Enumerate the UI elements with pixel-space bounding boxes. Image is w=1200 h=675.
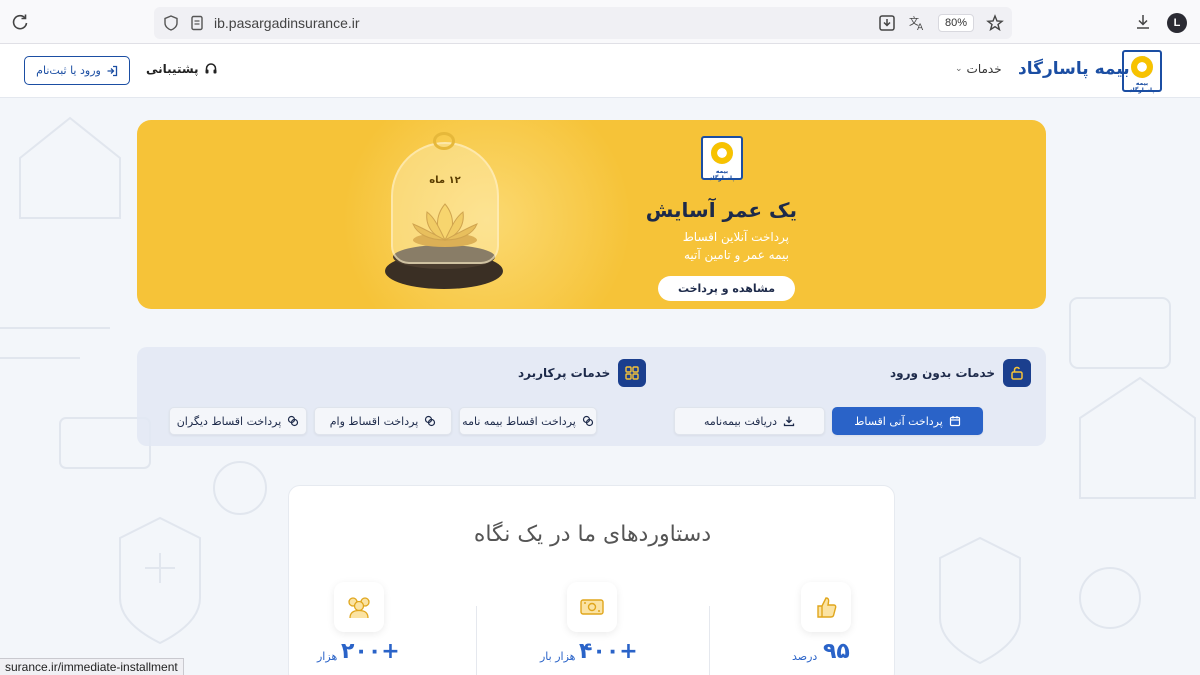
money-icon	[567, 582, 617, 632]
popular-services-heading: خدمات پرکاربرد	[518, 359, 647, 387]
achievements-title: دستاوردهای ما در یک نگاه	[473, 522, 712, 547]
policy-installments-button[interactable]: پرداخت اقساط بیمه نامه	[459, 407, 597, 435]
get-policy-button[interactable]: دریافت بیمه‌نامه	[674, 407, 825, 435]
banner-logo: بیمه پاسارگاد	[701, 136, 743, 182]
shield-icon[interactable]	[163, 15, 179, 31]
zoom-level[interactable]: 80%	[937, 14, 974, 32]
translate-icon[interactable]: 文A	[908, 14, 926, 32]
people-icon	[334, 582, 384, 632]
downloads-icon[interactable]	[1134, 13, 1152, 31]
page-info-icon[interactable]	[189, 15, 205, 31]
instant-installment-label: پرداخت آنی اقساط	[854, 414, 943, 428]
status-link-preview: surance.ir/immediate-installment	[0, 658, 184, 675]
brand-name[interactable]: بیمه پاسارگاد	[1018, 59, 1130, 79]
stat-number: ۹۵	[823, 639, 850, 664]
jar-label: ۱۲ ماه	[429, 175, 461, 186]
logo-caption: بیمه پاسارگاد	[1129, 80, 1155, 94]
services-menu-label: خدمات	[966, 62, 1002, 76]
svg-text:A: A	[917, 23, 924, 32]
headset-icon	[205, 63, 217, 74]
others-installments-button[interactable]: پرداخت اقساط دیگران	[169, 407, 307, 435]
loan-installments-label: پرداخت اقساط وام	[329, 414, 419, 428]
download-page-icon[interactable]	[878, 14, 896, 32]
chevron-down-icon: ⌄	[955, 64, 963, 74]
calendar-icon	[949, 416, 960, 427]
policy-installments-label: پرداخت اقساط بیمه نامه	[462, 414, 576, 428]
url-text[interactable]: ib.pasargadinsurance.ir	[214, 15, 360, 31]
support-link[interactable]: پشتیبانی	[146, 62, 218, 76]
unlock-icon	[1003, 359, 1032, 387]
popular-services-title: خدمات پرکاربرد	[518, 366, 611, 380]
glass-dome	[391, 142, 499, 264]
sun-logo-icon	[1131, 56, 1153, 78]
get-policy-label: دریافت بیمه‌نامه	[703, 414, 778, 428]
stat-number: +۴۰۰	[579, 639, 638, 664]
thumbs-up-icon	[801, 582, 851, 632]
instant-installment-button[interactable]: پرداخت آنی اقساط	[832, 407, 983, 435]
stat-unit: هزار بار	[540, 650, 576, 663]
address-bar[interactable]: ib.pasargadinsurance.ir 文A 80%	[154, 7, 1012, 39]
banner-logo-caption: بیمه پاسارگاد	[709, 168, 735, 182]
no-login-services-title: خدمات بدون ورود	[890, 366, 996, 380]
banner-subtitle-1: پرداخت آنلاین اقساط	[682, 230, 789, 244]
download-icon	[783, 416, 795, 427]
no-login-services-heading: خدمات بدون ورود	[890, 359, 1032, 387]
sun-logo-icon	[711, 142, 733, 164]
achievements-card: دستاوردهای ما در یک نگاه ۹۵ درصد +۴۰۰ هز…	[288, 485, 895, 675]
view-and-pay-button[interactable]: مشاهده و پرداخت	[658, 276, 795, 301]
banner-title: یک عمر آسایش	[645, 198, 797, 222]
bookmark-star-icon[interactable]	[986, 14, 1004, 32]
payment-icon	[582, 415, 593, 427]
login-register-button[interactable]: ورود یا ثبت‌نام	[24, 56, 130, 85]
grid-icon	[618, 359, 647, 387]
payment-icon	[288, 415, 299, 427]
services-panel: خدمات بدون ورود خدمات پرکاربرد پرداخت آن…	[137, 347, 1046, 446]
payment-icon	[425, 415, 436, 427]
site-header: بیمه پاسارگاد بیمه پاسارگاد ⌄ خدمات پشتی…	[0, 44, 1200, 98]
browser-toolbar: ib.pasargadinsurance.ir 文A 80% L	[0, 0, 1200, 44]
promo-banner[interactable]: ۱۲ ماه بیمه پاسارگاد یک عمر آسایش پرداخت…	[137, 120, 1046, 309]
stat-unit: هزار	[317, 650, 338, 663]
login-label: ورود یا ثبت‌نام	[36, 64, 101, 77]
login-icon	[107, 65, 117, 76]
divider	[709, 606, 710, 675]
support-label: پشتیبانی	[146, 62, 199, 76]
reload-icon[interactable]	[10, 12, 30, 32]
stat-number: +۲۰۰	[341, 639, 400, 664]
banner-subtitle-2: بیمه عمر و تامین آتیه	[683, 248, 789, 262]
divider	[476, 606, 477, 675]
stat-unit: درصد	[792, 650, 818, 663]
services-menu[interactable]: ⌄ خدمات	[955, 62, 1002, 76]
profile-avatar[interactable]: L	[1167, 13, 1187, 33]
others-installments-label: پرداخت اقساط دیگران	[176, 414, 282, 428]
loan-installments-button[interactable]: پرداخت اقساط وام	[314, 407, 452, 435]
